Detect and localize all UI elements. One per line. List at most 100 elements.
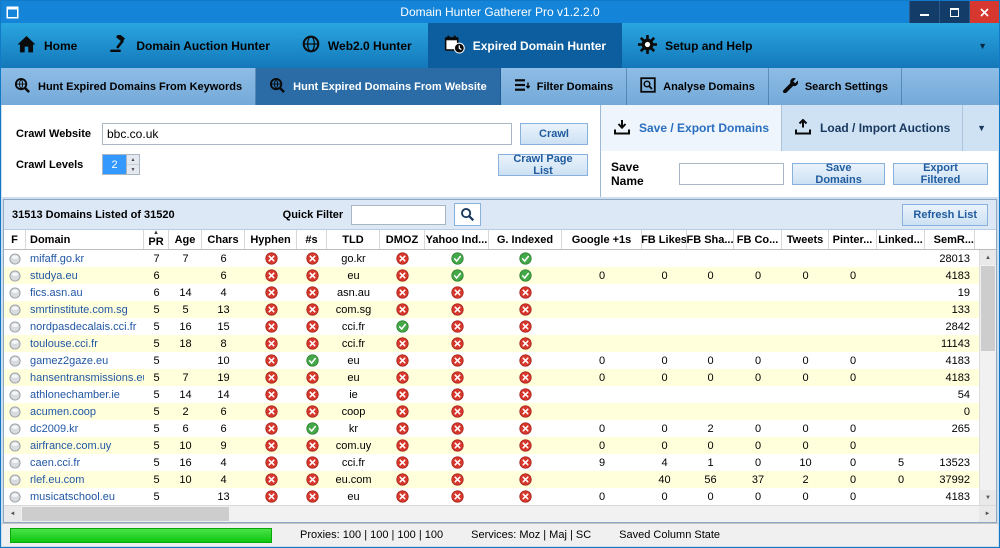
cell-domain[interactable]: hansentransmissions.eu [26, 369, 144, 386]
column-header-pr[interactable]: PR▲ [144, 230, 169, 249]
column-header-age[interactable]: Age [169, 230, 202, 249]
horizontal-scroll-thumb[interactable] [22, 507, 229, 521]
cell-f[interactable] [4, 488, 26, 505]
column-header-tld[interactable]: TLD [327, 230, 380, 249]
cell-domain[interactable]: gamez2gaze.eu [26, 352, 144, 369]
crawl-button[interactable]: Crawl [520, 123, 588, 145]
export-filtered-button[interactable]: Export Filtered [893, 163, 988, 185]
cell-f[interactable] [4, 420, 26, 437]
table-row[interactable]: athlonechamber.ie51414ie54 [4, 386, 979, 403]
save-name-input[interactable] [679, 163, 784, 185]
cell-f[interactable] [4, 301, 26, 318]
column-header-tw[interactable]: Tweets [782, 230, 829, 249]
cell-domain[interactable]: studya.eu [26, 267, 144, 284]
quick-filter-input[interactable] [351, 205, 446, 225]
quick-filter-search-button[interactable] [454, 203, 481, 226]
crawl-levels-spinner[interactable]: 2 ▲ ▼ [102, 154, 140, 175]
spinner-up-icon[interactable]: ▲ [127, 155, 139, 165]
column-header-fbl[interactable]: FB Likes [642, 230, 687, 249]
vertical-scrollbar[interactable]: ▲ ▼ [979, 250, 996, 505]
column-header-semr[interactable]: SemR... [925, 230, 975, 249]
table-row[interactable]: caen.cci.fr5164cci.fr9410100513523 [4, 454, 979, 471]
scroll-down-icon[interactable]: ▼ [980, 490, 996, 505]
cell-domain[interactable]: smrtinstitute.com.sg [26, 301, 144, 318]
cell-f[interactable] [4, 369, 26, 386]
table-row[interactable]: nordpasdecalais.cci.fr51615cci.fr2842 [4, 318, 979, 335]
column-header-gind[interactable]: G. Indexed [489, 230, 562, 249]
cell-domain[interactable]: mifaff.go.kr [26, 250, 144, 267]
tab-analyse-domains[interactable]: Analyse Domains [627, 68, 769, 105]
table-row[interactable]: mifaff.go.kr776go.kr28013 [4, 250, 979, 267]
cell-f[interactable] [4, 250, 26, 267]
column-header-pin[interactable]: Pinter... [829, 230, 877, 249]
cell-f[interactable] [4, 267, 26, 284]
column-header-nums[interactable]: #s [297, 230, 327, 249]
column-header-f[interactable]: F [4, 230, 26, 249]
cell-domain[interactable]: toulouse.cci.fr [26, 335, 144, 352]
column-header-yahoo[interactable]: Yahoo Ind... [425, 230, 489, 249]
table-row[interactable]: musicatschool.eu513eu0000004183 [4, 488, 979, 505]
tab-search-settings[interactable]: Search Settings [769, 68, 902, 105]
scroll-up-icon[interactable]: ▲ [980, 250, 996, 265]
cell-f[interactable] [4, 284, 26, 301]
cell-f[interactable] [4, 335, 26, 352]
spinner-down-icon[interactable]: ▼ [127, 165, 139, 174]
tab-hunt-from-website[interactable]: Hunt Expired Domains From Website [256, 68, 501, 105]
maximize-button[interactable] [939, 1, 969, 23]
table-row[interactable]: rlef.eu.com5104eu.com40563720037992 [4, 471, 979, 488]
cell-f[interactable] [4, 318, 26, 335]
close-button[interactable] [969, 1, 999, 23]
cell-f[interactable] [4, 403, 26, 420]
export-overflow-caret[interactable]: ▼ [965, 105, 998, 151]
cell-domain[interactable]: athlonechamber.ie [26, 386, 144, 403]
cell-domain[interactable]: fics.asn.au [26, 284, 144, 301]
cell-domain[interactable]: musicatschool.eu [26, 488, 144, 505]
cell-f[interactable] [4, 454, 26, 471]
crawl-page-list-button[interactable]: Crawl Page List [498, 154, 588, 176]
cell-domain[interactable]: nordpasdecalais.cci.fr [26, 318, 144, 335]
scroll-left-icon[interactable]: ◄ [4, 506, 21, 522]
horizontal-scrollbar[interactable]: ◄ ► [4, 505, 996, 522]
column-header-hyphen[interactable]: Hyphen [245, 230, 297, 249]
nav-home[interactable]: Home [1, 23, 93, 68]
minimize-button[interactable] [909, 1, 939, 23]
table-row[interactable]: fics.asn.au6144asn.au19 [4, 284, 979, 301]
nav-expired-domain-hunter[interactable]: Expired Domain Hunter [428, 23, 622, 68]
cell-domain[interactable]: rlef.eu.com [26, 471, 144, 488]
column-header-fbc[interactable]: FB Co... [734, 230, 782, 249]
refresh-list-button[interactable]: Refresh List [902, 204, 988, 226]
nav-domain-auction-hunter[interactable]: Domain Auction Hunter [93, 23, 286, 68]
save-domains-button[interactable]: Save Domains [792, 163, 885, 185]
cell-f[interactable] [4, 471, 26, 488]
table-row[interactable]: toulouse.cci.fr5188cci.fr11143 [4, 335, 979, 352]
tab-save-export-domains[interactable]: Save / Export Domains [601, 105, 782, 151]
tab-load-import-auctions[interactable]: Load / Import Auctions [782, 105, 963, 151]
table-row[interactable]: gamez2gaze.eu510eu0000004183 [4, 352, 979, 369]
table-row[interactable]: airfrance.com.uy5109com.uy000000 [4, 437, 979, 454]
table-row[interactable]: dc2009.kr566kr002000265 [4, 420, 979, 437]
cell-domain[interactable]: airfrance.com.uy [26, 437, 144, 454]
nav-setup-and-help[interactable]: Setup and Help [622, 23, 768, 68]
table-row[interactable]: smrtinstitute.com.sg5513com.sg133 [4, 301, 979, 318]
tab-hunt-from-keywords[interactable]: Hunt Expired Domains From Keywords [1, 68, 256, 105]
scroll-right-icon[interactable]: ► [979, 506, 996, 522]
column-header-li[interactable]: Linked... [877, 230, 925, 249]
column-header-dmoz[interactable]: DMOZ [380, 230, 425, 249]
cell-domain[interactable]: caen.cci.fr [26, 454, 144, 471]
crawl-website-input[interactable] [102, 123, 512, 145]
column-header-domain[interactable]: Domain [26, 230, 144, 249]
table-row[interactable]: studya.eu66eu0000004183 [4, 267, 979, 284]
cell-f[interactable] [4, 437, 26, 454]
nav-web20-hunter[interactable]: Web2.0 Hunter [286, 23, 428, 68]
column-header-chars[interactable]: Chars [202, 230, 245, 249]
cell-f[interactable] [4, 386, 26, 403]
cell-domain[interactable]: dc2009.kr [26, 420, 144, 437]
cell-f[interactable] [4, 352, 26, 369]
table-row[interactable]: hansentransmissions.eu5719eu0000004183 [4, 369, 979, 386]
nav-overflow-caret[interactable]: ▼ [966, 23, 999, 68]
cell-domain[interactable]: acumen.coop [26, 403, 144, 420]
column-header-g1[interactable]: Google +1s [562, 230, 642, 249]
column-header-fbsh[interactable]: FB Sha... [687, 230, 734, 249]
vertical-scroll-thumb[interactable] [981, 266, 995, 351]
table-row[interactable]: acumen.coop526coop0 [4, 403, 979, 420]
